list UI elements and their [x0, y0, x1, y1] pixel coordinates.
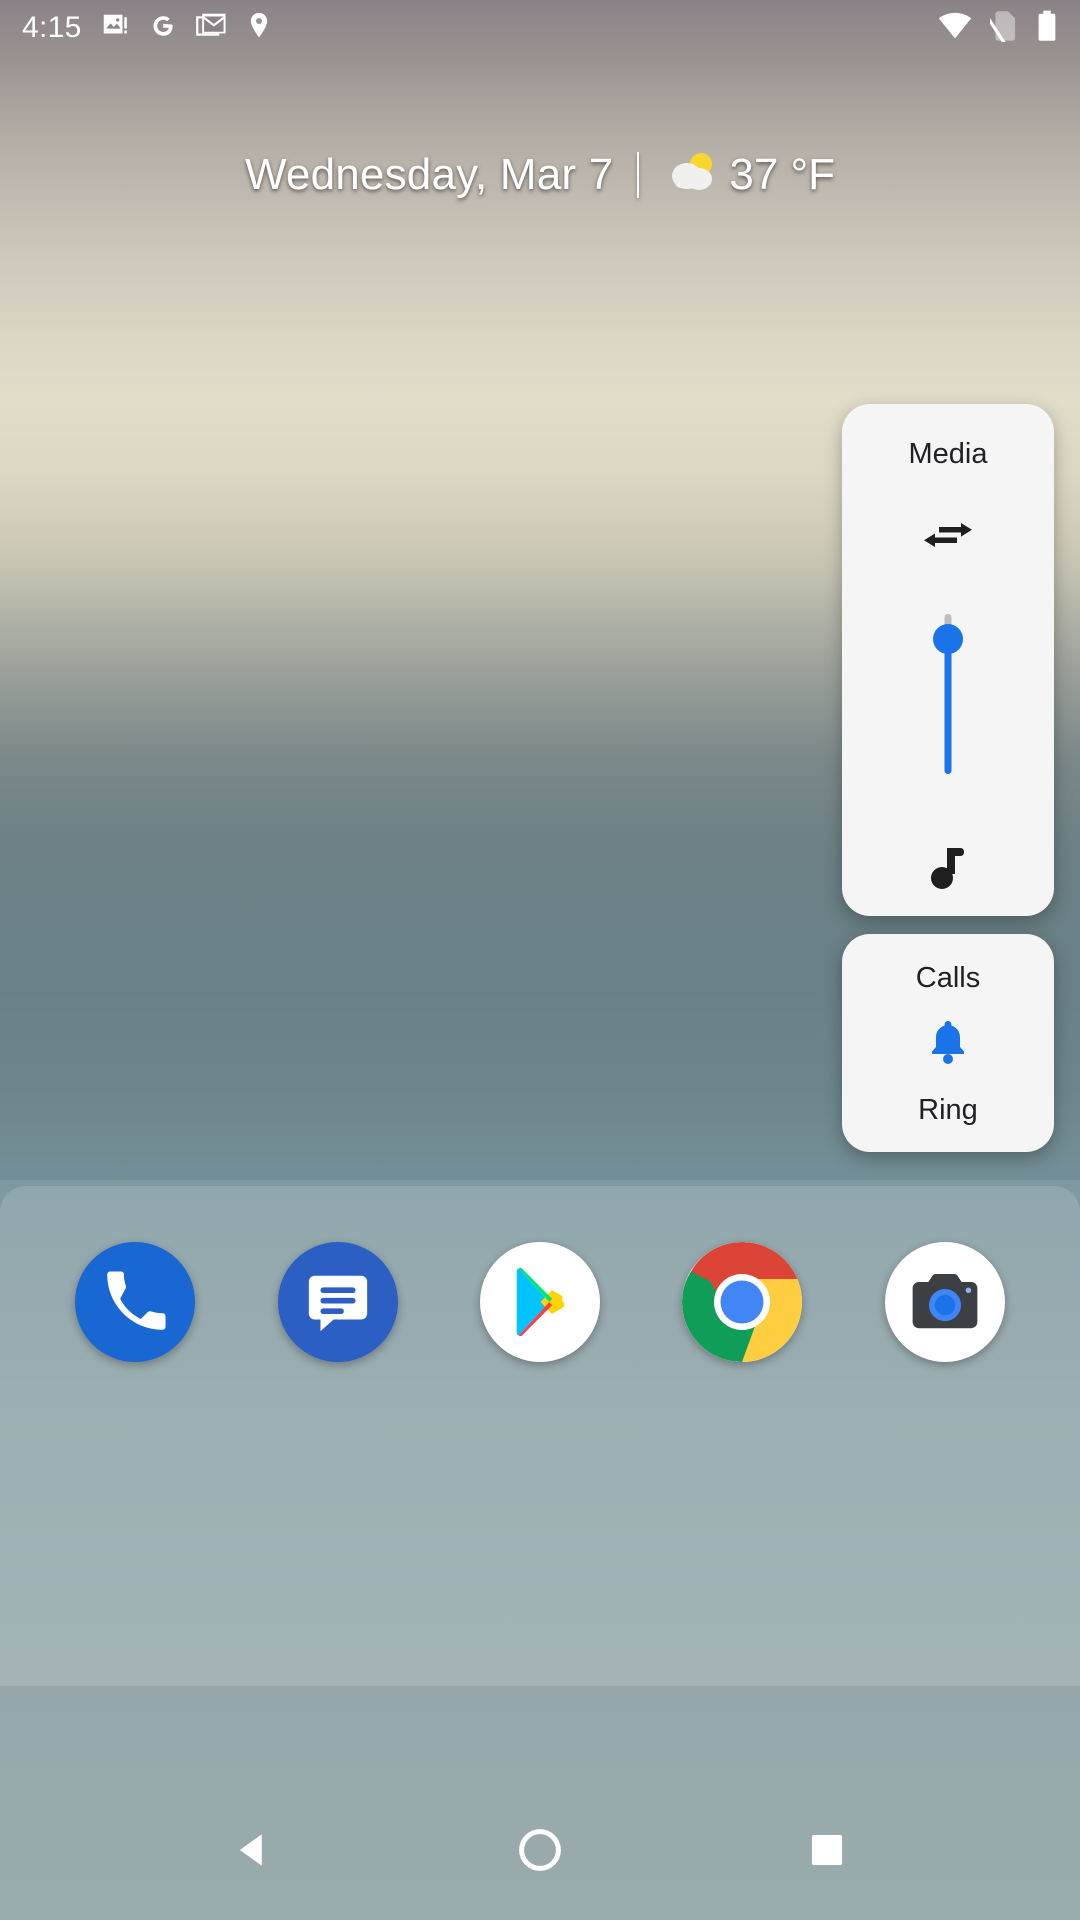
bell-icon[interactable]: [925, 1017, 971, 1072]
recents-button[interactable]: [767, 1790, 887, 1910]
media-panel-title: Media: [908, 438, 988, 470]
location-notification-icon: [246, 11, 272, 46]
calls-volume-panel: Calls Ring: [842, 934, 1054, 1152]
partly-cloudy-icon: [663, 148, 719, 201]
messages-app-icon[interactable]: [277, 1242, 398, 1362]
music-note-icon[interactable]: [926, 842, 970, 897]
widget-divider: [637, 151, 640, 198]
slider-thumb[interactable]: [933, 624, 963, 654]
wifi-icon: [938, 11, 972, 46]
calls-panel-title: Calls: [915, 962, 981, 994]
status-clock: 4:15: [22, 11, 82, 44]
google-notification-icon: [148, 11, 178, 46]
phone-app-icon[interactable]: [75, 1242, 196, 1362]
slider-fill: [944, 636, 952, 774]
widget-temperature-text[interactable]: 37 °F: [729, 150, 835, 200]
status-bar: 4:15: [0, 0, 1080, 56]
chrome-app-icon[interactable]: [682, 1242, 803, 1362]
volume-dialog: Media Calls Ring: [842, 404, 1054, 1152]
dock: [0, 1186, 1080, 1686]
home-screen: 4:15 Wednesday, Mar 7 37 °F Media Calls …: [0, 0, 1080, 1920]
play-store-app-icon[interactable]: [479, 1242, 600, 1362]
widget-date-text[interactable]: Wednesday, Mar 7: [245, 150, 613, 200]
media-volume-panel: Media: [842, 404, 1054, 916]
status-bar-right: [938, 10, 1058, 47]
status-bar-left: 4:15: [22, 11, 272, 46]
calls-mode-label: Ring: [918, 1094, 978, 1126]
swap-horizontal-arrows-icon[interactable]: [921, 515, 975, 566]
date-weather-widget[interactable]: Wednesday, Mar 7 37 °F: [0, 148, 1080, 201]
no-sim-icon: [983, 10, 1018, 47]
dock-icon-row: [0, 1242, 1080, 1362]
back-button[interactable]: [193, 1790, 313, 1910]
media-volume-slider[interactable]: [933, 614, 963, 774]
camera-app-icon[interactable]: [884, 1242, 1005, 1362]
photos-notification-icon: [100, 11, 130, 46]
gmail-notification-icon: [195, 11, 228, 46]
home-button[interactable]: [480, 1790, 600, 1910]
navigation-bar: [0, 1780, 1080, 1920]
battery-icon: [1036, 10, 1058, 47]
